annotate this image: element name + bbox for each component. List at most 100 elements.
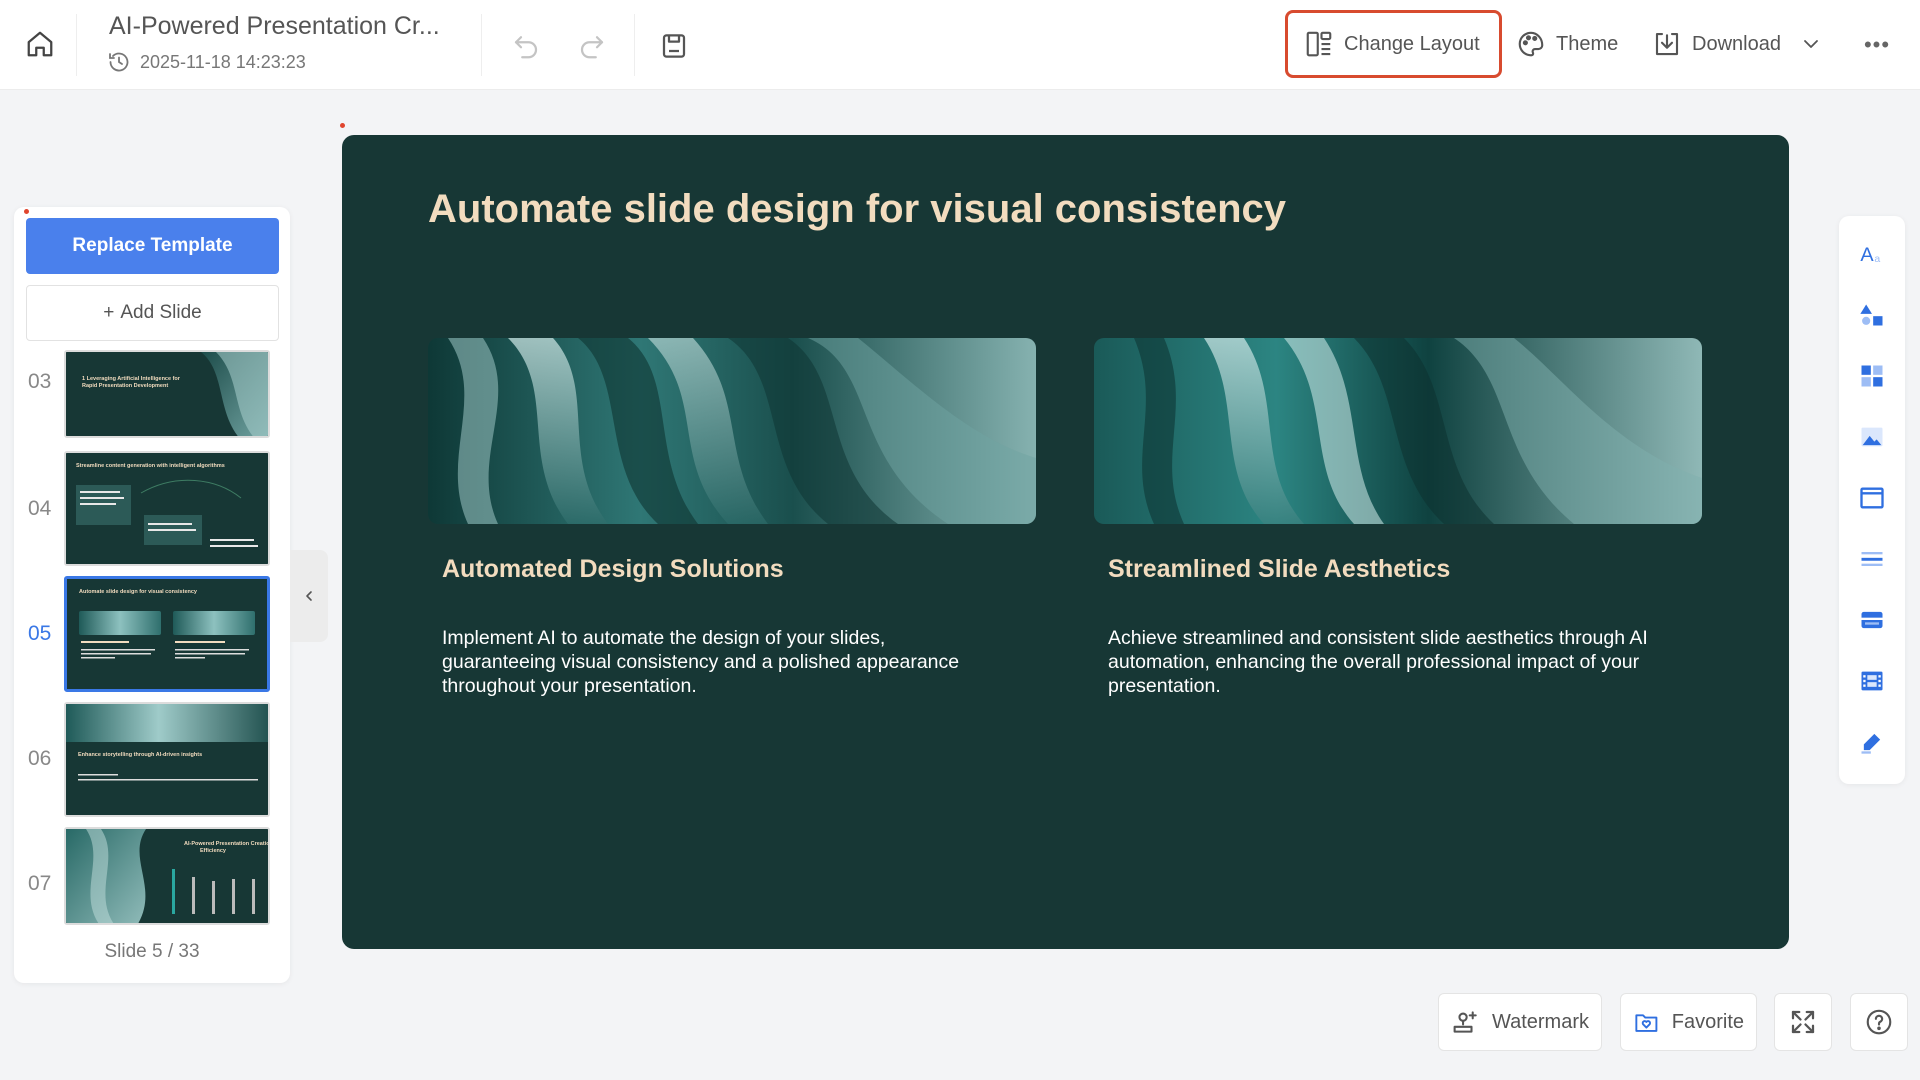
replace-template-button[interactable]: Replace Template bbox=[26, 218, 279, 274]
slide-counter: Slide 5 / 33 bbox=[104, 941, 200, 962]
add-slide-label: Add Slide bbox=[120, 302, 202, 323]
slide-image-left[interactable] bbox=[428, 338, 1036, 524]
divider bbox=[634, 14, 635, 76]
palette-icon bbox=[1518, 31, 1544, 57]
watermark-icon bbox=[1453, 1011, 1477, 1033]
svg-text:Automate slide design for visu: Automate slide design for visual consist… bbox=[79, 589, 198, 595]
insert-shapes-button[interactable] bbox=[1852, 295, 1892, 335]
slide-thumbnail-03[interactable]: 1 Leveraging Artificial Intelligence for… bbox=[64, 350, 270, 438]
home-button[interactable] bbox=[22, 24, 58, 64]
layout-icon bbox=[1306, 31, 1332, 57]
favorite-button[interactable]: Favorite bbox=[1620, 993, 1757, 1051]
text-icon: Aa bbox=[1860, 244, 1880, 266]
chevron-left-icon bbox=[306, 591, 312, 601]
indicator-dot bbox=[24, 209, 29, 214]
redo-icon bbox=[580, 36, 604, 59]
fullscreen-icon bbox=[1791, 1010, 1815, 1034]
card-heading[interactable]: Streamlined Slide Aesthetics bbox=[1108, 555, 1450, 584]
document-title[interactable]: AI-Powered Presentation Cr... bbox=[109, 12, 440, 41]
thumbnail-number: 06 bbox=[28, 747, 52, 770]
download-label: Download bbox=[1692, 32, 1781, 55]
theme-label: Theme bbox=[1556, 32, 1619, 55]
insert-divider-button[interactable] bbox=[1852, 539, 1892, 579]
more-options-button[interactable]: ••• bbox=[1862, 30, 1892, 60]
abstract-wave-image bbox=[1094, 338, 1702, 524]
thumbnail-number: 03 bbox=[28, 370, 52, 393]
slide-panel: Replace Template + Add Slide 03 1 Levera… bbox=[14, 207, 290, 983]
save-icon bbox=[662, 34, 686, 58]
shapes-icon bbox=[1860, 304, 1883, 326]
thumbnail-number: 07 bbox=[28, 872, 52, 895]
draw-icon bbox=[1861, 733, 1881, 754]
thumbnail-art: AI-Powered Presentation Creation Efficie… bbox=[66, 829, 270, 923]
media-icon bbox=[1861, 671, 1883, 691]
history-icon bbox=[109, 52, 129, 72]
slide-thumbnail-06[interactable]: Enhance storytelling through AI-driven i… bbox=[64, 702, 270, 817]
insert-table-button[interactable] bbox=[1852, 600, 1892, 640]
svg-text:a: a bbox=[1874, 253, 1880, 265]
thumbnail-number: 04 bbox=[28, 497, 52, 520]
frame-icon bbox=[1860, 487, 1884, 509]
insert-drawing-button[interactable] bbox=[1852, 722, 1892, 762]
slide-thumbnail-07[interactable]: AI-Powered Presentation Creation Efficie… bbox=[64, 827, 270, 925]
fullscreen-button[interactable] bbox=[1774, 993, 1832, 1051]
thumbnail-title: 1 Leveraging Artificial Intelligence for bbox=[82, 376, 181, 382]
thumbnail-art: Enhance storytelling through AI-driven i… bbox=[66, 704, 268, 815]
insert-image-button[interactable] bbox=[1852, 417, 1892, 457]
chevron-down-icon[interactable] bbox=[1799, 32, 1823, 56]
add-slide-button[interactable]: + Add Slide bbox=[26, 285, 279, 341]
thumbnail-number: 05 bbox=[28, 622, 52, 645]
insert-media-button[interactable] bbox=[1852, 661, 1892, 701]
abstract-wave-image bbox=[428, 338, 1036, 524]
change-layout-button[interactable]: Change Layout bbox=[1285, 10, 1502, 78]
collapse-panel-button[interactable] bbox=[290, 550, 328, 642]
thumbnail-art: Streamline content generation with intel… bbox=[66, 453, 268, 564]
elements-icon bbox=[1861, 365, 1883, 387]
plus-icon: + bbox=[103, 302, 115, 323]
save-timestamp: 2025-11-18 14:23:23 bbox=[107, 50, 306, 74]
save-button[interactable] bbox=[654, 26, 694, 66]
insert-frame-button[interactable] bbox=[1852, 478, 1892, 518]
divider bbox=[481, 14, 482, 76]
insert-text-button[interactable]: Aa bbox=[1852, 234, 1892, 274]
svg-text:Rapid Presentation Development: Rapid Presentation Development bbox=[82, 383, 168, 389]
download-icon bbox=[1655, 32, 1679, 56]
slide-title[interactable]: Automate slide design for visual consist… bbox=[428, 187, 1286, 232]
ellipsis-icon: ••• bbox=[1863, 32, 1891, 57]
indicator-dot bbox=[340, 123, 345, 128]
slide-thumbnail-05[interactable]: Automate slide design for visual consist… bbox=[64, 576, 270, 692]
top-bar: AI-Powered Presentation Cr... 2025-11-18… bbox=[0, 0, 1920, 90]
table-icon bbox=[1861, 611, 1883, 629]
image-icon bbox=[1861, 427, 1883, 447]
watermark-button[interactable]: Watermark bbox=[1438, 993, 1602, 1051]
divider bbox=[76, 14, 77, 76]
favorite-folder-icon bbox=[1635, 1014, 1658, 1032]
thumbnail-art: Automate slide design for visual consist… bbox=[67, 579, 267, 689]
change-layout-label: Change Layout bbox=[1344, 32, 1480, 55]
card-body-text[interactable]: Achieve streamlined and consistent slide… bbox=[1108, 626, 1668, 698]
svg-text:Streamline content generation: Streamline content generation with intel… bbox=[76, 463, 225, 469]
slide-thumbnail-04[interactable]: Streamline content generation with intel… bbox=[64, 451, 270, 566]
card-heading[interactable]: Automated Design Solutions bbox=[442, 555, 784, 584]
insert-toolbar: Aa bbox=[1839, 216, 1905, 784]
insert-elements-button[interactable] bbox=[1852, 356, 1892, 396]
card-body-text[interactable]: Implement AI to automate the design of y… bbox=[442, 626, 1002, 698]
redo-button[interactable] bbox=[572, 26, 612, 66]
help-button[interactable] bbox=[1850, 993, 1908, 1051]
thumbnail-art: 1 Leveraging Artificial Intelligence for… bbox=[66, 352, 268, 436]
theme-button[interactable]: Theme bbox=[1500, 10, 1634, 78]
undo-button[interactable] bbox=[506, 26, 546, 66]
favorite-label: Favorite bbox=[1671, 1010, 1744, 1033]
svg-text:Efficiency: Efficiency bbox=[200, 848, 227, 854]
svg-text:AI-Powered Presentation Creati: AI-Powered Presentation Creation bbox=[184, 841, 270, 847]
undo-icon bbox=[514, 36, 538, 59]
svg-text:Enhance storytelling through A: Enhance storytelling through AI-driven i… bbox=[78, 752, 202, 758]
watermark-label: Watermark bbox=[1491, 1010, 1589, 1033]
timestamp-text: 2025-11-18 14:23:23 bbox=[140, 51, 306, 72]
download-button[interactable]: Download bbox=[1636, 10, 1839, 78]
slide-image-right[interactable] bbox=[1094, 338, 1702, 524]
svg-text:A: A bbox=[1860, 244, 1874, 266]
slide-canvas[interactable]: Automate slide design for visual consist… bbox=[342, 135, 1789, 949]
divider-icon bbox=[1861, 552, 1883, 566]
home-icon bbox=[27, 31, 53, 57]
